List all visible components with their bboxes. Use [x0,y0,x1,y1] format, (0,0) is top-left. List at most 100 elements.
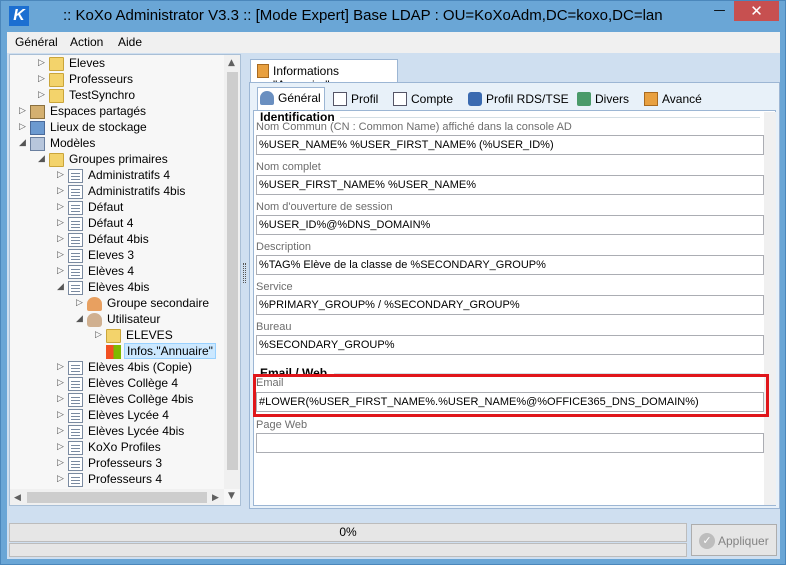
tree-node[interactable]: ▷ ELEVES [95,328,222,344]
tree-view[interactable]: ▷ Eleves ▷ Professeurs ▷ TestSynchro ▷ Espaces … [9,54,241,506]
main-window: K :: KoXo Administrator V3.3 :: [Mode Ex… [0,0,786,565]
tree-node[interactable]: ▷ Elèves Lycée 4bis [57,424,222,440]
scroll-up-icon[interactable]: ▲ [228,58,235,68]
menu-general[interactable]: Général [15,35,58,49]
menu-aide[interactable]: Aide [118,35,142,49]
tree-node[interactable]: ▷ Groupe secondaire [76,296,222,312]
tree-node[interactable]: ◢ Modèles [19,136,222,152]
tab-divers[interactable]: Divers [575,89,633,111]
web-page-field[interactable] [256,433,764,453]
expand-arrow-icon[interactable]: ▷ [57,409,64,420]
tree-node[interactable]: ▷ Eleves [38,56,222,72]
tree-node[interactable]: ▷ Administratifs 4 [57,168,222,184]
bureau-field[interactable]: %SECONDARY_GROUP% [256,335,764,355]
tree-scroll-thumb[interactable] [227,72,238,470]
collapse-arrow-icon[interactable]: ◢ [38,153,45,164]
expand-arrow-icon[interactable]: ▷ [57,393,64,404]
title-bar[interactable]: K :: KoXo Administrator V3.3 :: [Mode Ex… [1,1,785,32]
expand-arrow-icon[interactable]: ▷ [57,201,64,212]
tree-node[interactable]: ▷ Elèves Collège 4 [57,376,222,392]
expand-arrow-icon[interactable]: ▷ [57,361,64,372]
expand-arrow-icon[interactable]: ▷ [57,441,64,452]
tree-node[interactable]: Infos."Annuaire" [95,343,222,360]
minimize-button[interactable]: — [706,1,733,21]
tab-avance[interactable]: Avancé [642,89,704,111]
tree-node[interactable]: ▷ TestSynchro [38,88,222,104]
tree-node[interactable]: ▷ Elèves Lycée 4 [57,408,222,424]
models-icon [30,137,45,151]
details-panel: Informations "Annuaire" Général Profil C… [247,53,780,509]
description-field[interactable]: %TAG% Elève de la classe de %SECONDARY_G… [256,255,764,275]
collapse-arrow-icon[interactable]: ◢ [57,281,64,292]
menu-action[interactable]: Action [70,35,103,49]
tree-node[interactable]: ▷ Professeurs 4 [57,472,222,488]
close-button[interactable]: ✕ [734,1,779,21]
expand-arrow-icon[interactable]: ▷ [19,121,26,132]
expand-arrow-icon[interactable]: ▷ [95,329,102,340]
tab-profil-rds-tse[interactable]: Profil RDS/TSE [466,89,569,111]
tree-node[interactable]: ▷ Professeurs 3 [57,456,222,472]
tree-node[interactable]: ▷ Espaces partagés [19,104,222,120]
folder-icon [49,89,64,103]
page-icon [68,169,83,183]
tree-node[interactable]: ▷ Défaut 4bis [57,232,222,248]
expand-arrow-icon[interactable]: ▷ [57,249,64,260]
scroll-right-icon[interactable]: ▶ [212,493,219,503]
tree-hscroll-thumb[interactable] [27,492,207,503]
expand-arrow-icon[interactable]: ▷ [38,73,45,84]
collapse-arrow-icon[interactable]: ◢ [19,137,26,148]
tree-node-label: Eleves 3 [88,248,135,262]
tree-node-label: Elèves Lycée 4 [88,408,169,422]
tab-compte[interactable]: Compte [391,89,457,111]
tree-node[interactable]: ◢ Groupes primaires [38,152,222,168]
tree-node[interactable]: ▷ Eleves 3 [57,248,222,264]
scroll-down-icon[interactable]: ▼ [228,491,235,501]
form-scrollbar[interactable] [764,112,776,505]
tree-node-label: Groupe secondaire [107,296,210,310]
tree-node[interactable]: ▷ Lieux de stockage [19,120,222,136]
expand-arrow-icon[interactable]: ▷ [57,457,64,468]
expand-arrow-icon[interactable]: ▷ [76,297,83,308]
tree-node-label: Infos."Annuaire" [124,343,216,359]
tree-node[interactable]: ▷ Elèves Collège 4bis [57,392,222,408]
menu-bar: Général Action Aide [7,32,780,53]
tree-node[interactable]: ▷ Défaut 4 [57,216,222,232]
service-field[interactable]: %PRIMARY_GROUP% / %SECONDARY_GROUP% [256,295,764,315]
expand-arrow-icon[interactable]: ▷ [38,57,45,68]
tree-node[interactable]: ▷ Professeurs [38,72,222,88]
expand-arrow-icon[interactable]: ▷ [57,425,64,436]
expand-arrow-icon[interactable]: ▷ [19,105,26,116]
scroll-left-icon[interactable]: ◀ [14,493,21,503]
page-icon [68,377,83,391]
cn-field[interactable]: %USER_NAME% %USER_FIRST_NAME% (%USER_ID%… [256,135,764,155]
tree-node[interactable]: ◢ Elèves 4bis [57,280,222,296]
logon-name-field[interactable]: %USER_ID%@%DNS_DOMAIN% [256,215,764,235]
tree-node[interactable]: ▷ Administratifs 4bis [57,184,222,200]
tab-profil[interactable]: Profil [331,89,387,111]
tree-node-label: Modèles [50,136,96,150]
expand-arrow-icon[interactable]: ▷ [57,169,64,180]
tab-general[interactable]: Général [257,87,325,111]
tree-node[interactable]: ▷ Elèves 4 [57,264,222,280]
expand-arrow-icon[interactable]: ▷ [57,217,64,228]
tree-node-label: Eleves [69,56,106,70]
expand-arrow-icon[interactable]: ▷ [57,185,64,196]
expand-arrow-icon[interactable]: ▷ [57,233,64,244]
tree-node[interactable]: ▷ KoXo Profiles [57,440,222,456]
page-icon [68,217,83,231]
minimize-icon: — [713,3,726,17]
splitter-handle[interactable] [243,263,246,283]
tree-node[interactable]: ◢ Utilisateur [76,312,222,328]
expand-arrow-icon[interactable]: ▷ [38,89,45,100]
apply-button[interactable]: ✓ Appliquer [691,524,777,556]
expand-arrow-icon[interactable]: ▷ [57,377,64,388]
tab-informations-annuaire[interactable]: Informations "Annuaire" [250,59,398,92]
collapse-arrow-icon[interactable]: ◢ [76,313,83,324]
full-name-field[interactable]: %USER_FIRST_NAME% %USER_NAME% [256,175,764,195]
tree-node-label: Utilisateur [107,312,161,326]
tree-node[interactable]: ▷ Elèves 4bis (Copie) [57,360,222,376]
expand-arrow-icon[interactable]: ▷ [57,265,64,276]
tree-node[interactable]: ▷ Défaut [57,200,222,216]
expand-arrow-icon[interactable]: ▷ [57,473,64,484]
tree-node-label: TestSynchro [69,88,136,102]
